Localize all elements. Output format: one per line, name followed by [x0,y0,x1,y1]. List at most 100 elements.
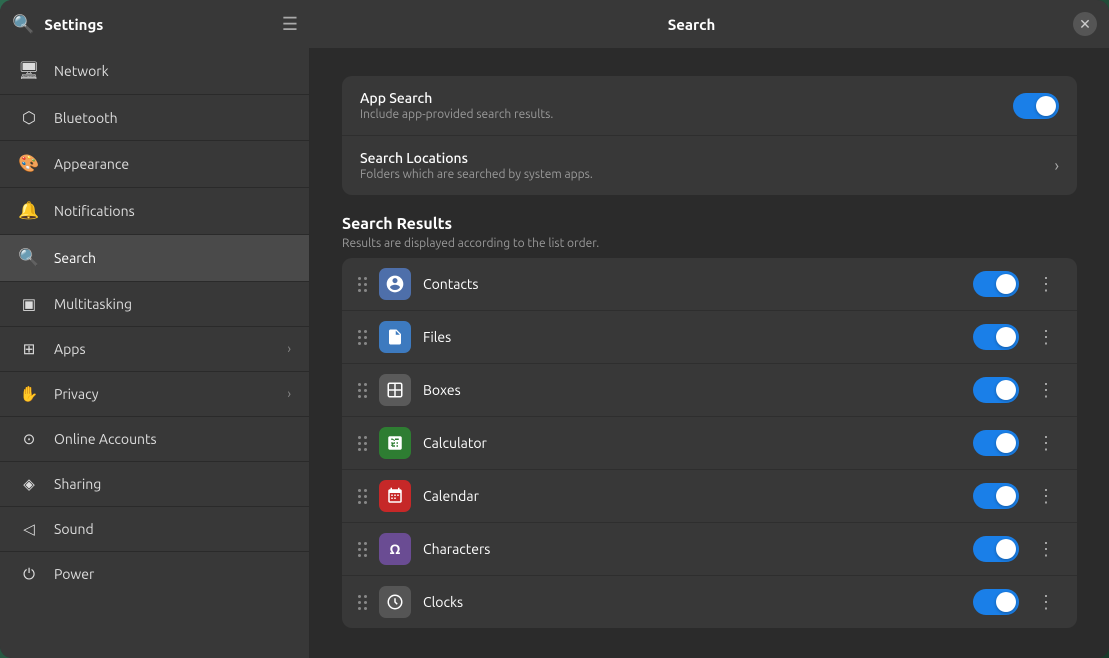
notifications-icon: 🔔 [18,201,40,221]
drag-handle-characters[interactable] [358,542,367,557]
sidebar-item-notifications[interactable]: 🔔 Notifications [0,188,309,234]
sidebar-item-sharing[interactable]: ◈ Sharing [0,462,309,506]
content-area: 🖥 Network ⬡ Bluetooth 🎨 Appearance 🔔 Not… [0,48,1109,658]
characters-toggle[interactable] [973,536,1019,562]
characters-more-button[interactable]: ⋮ [1031,535,1061,564]
app-search-action [1013,93,1059,119]
search-results-title: Search Results [342,215,1077,233]
calculator-label: Calculator [423,435,961,451]
sidebar-item-appearance[interactable]: 🎨 Appearance [0,141,309,187]
sidebar-label-power: Power [54,566,291,582]
sidebar-item-multitasking[interactable]: ▣ Multitasking [0,282,309,326]
sidebar-item-bluetooth[interactable]: ⬡ Bluetooth [0,95,309,140]
drag-handle-clocks[interactable] [358,595,367,610]
table-row: Boxes ⋮ [342,364,1077,417]
sidebar-label-sharing: Sharing [54,476,291,492]
sidebar-label-multitasking: Multitasking [54,296,291,312]
characters-app-icon: Ω [379,533,411,565]
main-section-header: Search [668,16,716,33]
sidebar-label-notifications: Notifications [54,203,291,219]
search-nav-icon: 🔍 [18,248,40,268]
sidebar-item-online-accounts[interactable]: ⊙ Online Accounts [0,417,309,461]
network-icon: 🖥 [18,61,40,81]
sidebar-item-apps[interactable]: ⊞ Apps › [0,327,309,371]
main-content: App Search Include app-provided search r… [310,48,1109,658]
multitasking-icon: ▣ [18,295,40,313]
sidebar-item-power[interactable]: ⏻ Power [0,552,309,596]
close-button[interactable]: ✕ [1073,12,1097,36]
boxes-label: Boxes [423,382,961,398]
calendar-more-button[interactable]: ⋮ [1031,482,1061,511]
table-row: Ω Characters ⋮ [342,523,1077,576]
contacts-toggle[interactable] [973,271,1019,297]
sharing-icon: ◈ [18,475,40,493]
calendar-app-icon [379,480,411,512]
contacts-label: Contacts [423,276,961,292]
clocks-label: Clocks [423,594,961,610]
sidebar-label-online-accounts: Online Accounts [54,431,291,447]
files-app-icon [379,321,411,353]
drag-handle-contacts[interactable] [358,277,367,292]
drag-handle-boxes[interactable] [358,383,367,398]
privacy-icon: ✋ [18,385,40,403]
appearance-icon: 🎨 [18,154,40,174]
calculator-app-icon [379,427,411,459]
sidebar-label-search: Search [54,250,291,266]
table-row: Calculator ⋮ [342,417,1077,470]
boxes-app-icon [379,374,411,406]
titlebar-left: 🔍 Settings ☰ [0,14,310,35]
sound-icon: ◁ [18,520,40,538]
files-toggle[interactable] [973,324,1019,350]
app-search-toggle[interactable] [1013,93,1059,119]
calendar-toggle[interactable] [973,483,1019,509]
drag-handle-files[interactable] [358,330,367,345]
search-results-header: Search Results Results are displayed acc… [342,215,1077,250]
clocks-more-button[interactable]: ⋮ [1031,588,1061,617]
search-settings-card: App Search Include app-provided search r… [342,76,1077,195]
search-locations-row[interactable]: Search Locations Folders which are searc… [342,136,1077,195]
bluetooth-icon: ⬡ [18,108,40,127]
contacts-more-button[interactable]: ⋮ [1031,270,1061,299]
boxes-toggle[interactable] [973,377,1019,403]
sidebar-label-apps: Apps [54,341,273,357]
app-search-label: App Search [360,90,1001,106]
table-row: Clocks ⋮ [342,576,1077,628]
boxes-more-button[interactable]: ⋮ [1031,376,1061,405]
app-search-row: App Search Include app-provided search r… [342,76,1077,136]
sidebar-label-sound: Sound [54,521,291,537]
contacts-app-icon [379,268,411,300]
files-more-button[interactable]: ⋮ [1031,323,1061,352]
sidebar-item-network[interactable]: 🖥 Network [0,48,309,94]
drag-handle-calendar[interactable] [358,489,367,504]
search-icon: 🔍 [12,14,34,35]
clocks-toggle[interactable] [973,589,1019,615]
result-list: Contacts ⋮ Files ⋮ [342,258,1077,628]
sidebar-label-appearance: Appearance [54,156,291,172]
sidebar-item-search[interactable]: 🔍 Search [0,235,309,281]
search-locations-label: Search Locations [360,150,1043,166]
sidebar-item-sound[interactable]: ◁ Sound [0,507,309,551]
titlebar: 🔍 Settings ☰ Search ✕ [0,0,1109,48]
clocks-app-icon [379,586,411,618]
characters-label: Characters [423,541,961,557]
sidebar-title: Settings [44,16,103,33]
sidebar-label-network: Network [54,63,291,79]
titlebar-right: ✕ [1073,12,1109,36]
search-results-subtitle: Results are displayed according to the l… [342,237,1077,250]
search-locations-sublabel: Folders which are searched by system app… [360,168,1043,181]
app-search-sublabel: Include app-provided search results. [360,108,1001,121]
calendar-label: Calendar [423,488,961,504]
search-locations-text: Search Locations Folders which are searc… [360,150,1043,181]
calculator-toggle[interactable] [973,430,1019,456]
drag-handle-calculator[interactable] [358,436,367,451]
titlebar-center: Search [310,16,1073,33]
sidebar: 🖥 Network ⬡ Bluetooth 🎨 Appearance 🔔 Not… [0,48,310,658]
search-locations-chevron: › [1055,157,1060,175]
files-label: Files [423,329,961,345]
calculator-more-button[interactable]: ⋮ [1031,429,1061,458]
settings-window: 🔍 Settings ☰ Search ✕ 🖥 Network ⬡ Blueto… [0,0,1109,658]
menu-icon[interactable]: ☰ [282,14,298,35]
sidebar-item-privacy[interactable]: ✋ Privacy › [0,372,309,416]
sidebar-label-privacy: Privacy [54,386,273,402]
apps-icon: ⊞ [18,340,40,358]
